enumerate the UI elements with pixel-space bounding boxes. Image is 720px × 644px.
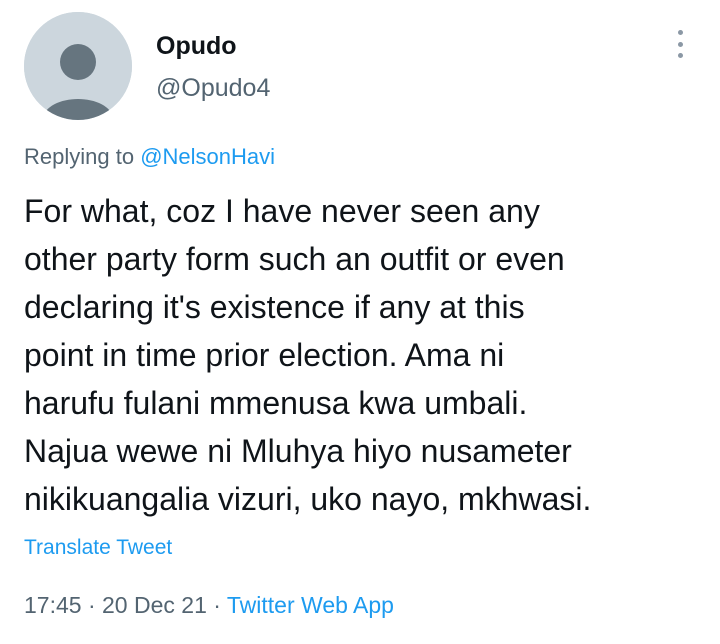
tweet-text: For what, coz I have never seen any othe…: [24, 187, 704, 523]
replying-to-label: Replying to: [24, 144, 135, 169]
tweet-text-line: other party form such an outfit or even: [24, 241, 565, 277]
tweet-date[interactable]: 20 Dec 21: [102, 592, 207, 618]
tweet-text-line: nikikuangalia vizuri, uko nayo, mkhwasi.: [24, 481, 592, 517]
tweet-text-line: harufu fulani mmenusa kwa umbali.: [24, 385, 528, 421]
tweet-meta: 17:45 · 20 Dec 21 · Twitter Web App: [24, 590, 394, 620]
menu-dot: [677, 53, 683, 58]
tweet-time[interactable]: 17:45: [24, 592, 82, 618]
menu-dot: [677, 41, 683, 47]
tweet-text-line: declaring it's existence if any at this: [24, 289, 525, 325]
tweet-text-line: Najua wewe ni Mluhya hiyo nusameter: [24, 433, 572, 469]
tweet-text-line: point in time prior election. Ama ni: [24, 337, 505, 373]
meta-separator: ·: [206, 592, 227, 618]
reply-mention-link[interactable]: @NelsonHavi: [140, 144, 275, 169]
replying-to: Replying to @NelsonHavi: [24, 143, 275, 171]
avatar[interactable]: [24, 12, 132, 120]
menu-dot: [677, 30, 683, 35]
meta-separator: ·: [81, 592, 103, 618]
author-display-name[interactable]: Opudo: [156, 31, 237, 61]
translate-tweet-link[interactable]: Translate Tweet: [24, 534, 172, 562]
default-avatar-icon: [24, 12, 132, 120]
tweet-text-line: For what, coz I have never seen any: [24, 193, 540, 229]
tweet-source-link[interactable]: Twitter Web App: [227, 592, 394, 618]
more-options-icon[interactable]: [666, 28, 694, 60]
author-handle[interactable]: @Opudo4: [156, 73, 270, 103]
